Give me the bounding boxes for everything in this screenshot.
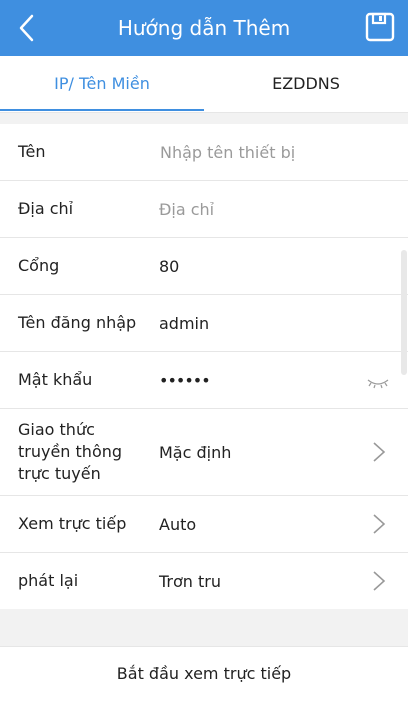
password-row: Mật khẩu •••••• — [0, 352, 408, 409]
playback-value: Trơn tru — [159, 571, 222, 591]
username-value-area — [159, 295, 359, 351]
username-label: Tên đăng nhập — [18, 313, 137, 332]
protocol-value: Mặc định — [159, 442, 232, 462]
port-row: Cổng — [0, 238, 408, 295]
name-label: Tên — [18, 142, 46, 161]
name-input[interactable] — [160, 142, 360, 162]
protocol-label: Giao thức truyền thông trực tuyến — [18, 420, 123, 483]
password-label: Mật khẩu — [18, 370, 93, 389]
name-row: Tên — [0, 124, 408, 181]
address-row: Địa chỉ — [0, 181, 408, 238]
username-row: Tên đăng nhập — [0, 295, 408, 352]
start-live-view-button[interactable]: Bắt đầu xem trực tiếp — [0, 646, 408, 701]
address-label: Địa chỉ — [18, 199, 74, 218]
name-value-area — [159, 124, 360, 180]
tab-bar: IP/ Tên Miền EZDDNS — [0, 56, 408, 113]
chevron-right-icon — [373, 442, 386, 462]
chevron-right-icon — [373, 514, 386, 534]
page-title: Hướng dẫn Thêm — [117, 16, 291, 40]
back-arrow-icon — [19, 14, 34, 42]
playback-row[interactable]: phát lại Trơn tru — [0, 553, 408, 609]
back-button[interactable] — [12, 12, 44, 44]
device-form: Tên Địa chỉ Cổng Tên đăng nhập Mật khẩu … — [0, 124, 408, 609]
address-input[interactable] — [159, 199, 359, 219]
port-input[interactable] — [159, 256, 359, 276]
top-app-bar: Hướng dẫn Thêm — [0, 0, 408, 56]
save-button[interactable] — [364, 11, 396, 43]
hidden-eye-icon[interactable] — [366, 377, 390, 391]
address-value-area — [159, 181, 359, 237]
scrollbar[interactable] — [401, 250, 407, 375]
tab-ip-domain[interactable]: IP/ Tên Miền — [0, 56, 204, 112]
live-view-value: Auto — [159, 514, 197, 534]
username-input[interactable] — [159, 313, 359, 333]
playback-label: phát lại — [18, 571, 79, 590]
save-icon — [365, 12, 395, 42]
live-view-label: Xem trực tiếp — [18, 514, 127, 533]
tab-ezddns[interactable]: EZDDNS — [204, 56, 408, 112]
active-tab-indicator — [0, 109, 204, 111]
password-field[interactable]: •••••• — [159, 352, 358, 408]
chevron-right-icon — [373, 571, 386, 591]
port-value-area — [159, 238, 359, 294]
port-label: Cổng — [18, 256, 60, 275]
live-view-row[interactable]: Xem trực tiếp Auto — [0, 496, 408, 553]
protocol-row[interactable]: Giao thức truyền thông trực tuyến Mặc đị… — [0, 409, 408, 496]
